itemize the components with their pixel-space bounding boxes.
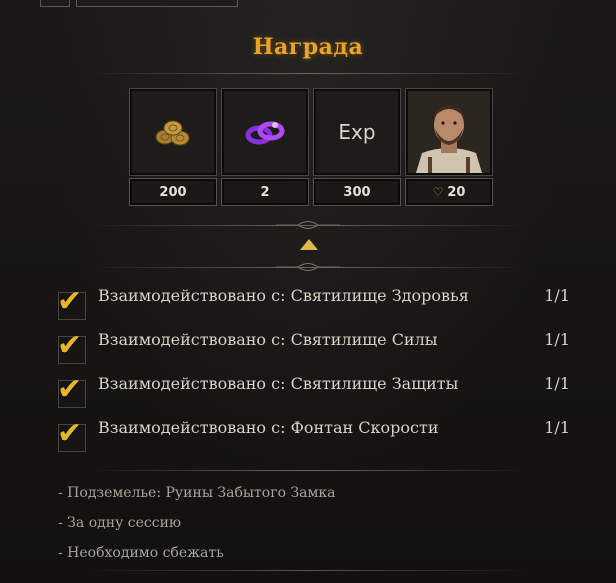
- top-tab-left[interactable]: [40, 0, 70, 7]
- bottom-divider: [86, 570, 530, 571]
- objective-item: ✔ Взаимодействовано с: Святилище Здоровь…: [56, 284, 576, 328]
- affinity-count: 20: [447, 184, 466, 200]
- reward-merchant[interactable]: ♡ 20: [405, 88, 493, 206]
- objectives-divider: [86, 267, 530, 268]
- heart-icon: ♡: [432, 185, 444, 199]
- reward-slot[interactable]: [405, 88, 493, 176]
- condition-dungeon: - Подземелье: Руины Забытого Замка: [58, 485, 336, 501]
- objective-checkbox: ✔: [57, 375, 86, 408]
- reward-title: Награда: [252, 34, 364, 60]
- reward-count: 300: [313, 178, 401, 206]
- objective-progress: 1/1: [544, 330, 570, 349]
- rewards-divider: [86, 225, 530, 226]
- objective-item: ✔ Взаимодействовано с: Святилище Защиты …: [56, 372, 576, 416]
- checkmark-icon: ✔: [57, 416, 83, 451]
- objective-item: ✔ Взаимодействовано с: Фонтан Скорости 1…: [56, 416, 576, 460]
- objective-checkbox: ✔: [57, 287, 86, 320]
- reward-slot[interactable]: [129, 88, 217, 176]
- checkmark-icon: ✔: [57, 284, 83, 319]
- condition-escape: - Необходимо сбежать: [58, 545, 224, 561]
- objective-text: Взаимодействовано с: Святилище Защиты: [98, 374, 459, 393]
- reward-coins[interactable]: 200: [129, 88, 217, 206]
- reward-count: 200: [129, 178, 217, 206]
- checkmark-icon: ✔: [57, 328, 83, 363]
- ring-icon: [245, 121, 285, 145]
- reward-ring[interactable]: 2: [221, 88, 309, 206]
- reward-slot[interactable]: [221, 88, 309, 176]
- conditions-divider: [86, 470, 530, 471]
- collapse-arrow-icon[interactable]: [300, 239, 318, 250]
- objective-item: ✔ Взаимодействовано с: Святилище Силы 1/…: [56, 328, 576, 372]
- merchant-portrait: [408, 91, 490, 173]
- objective-text: Взаимодействовано с: Святилище Здоровья: [98, 286, 469, 305]
- top-tab-main[interactable]: [76, 0, 238, 7]
- coins-count: 200: [159, 184, 187, 200]
- reward-exp[interactable]: Exp 300: [313, 88, 401, 206]
- objective-progress: 1/1: [544, 286, 570, 305]
- exp-count: 300: [343, 184, 371, 200]
- reward-count: 2: [221, 178, 309, 206]
- exp-icon: Exp: [338, 120, 376, 144]
- reward-slot[interactable]: Exp: [313, 88, 401, 176]
- title-divider: [86, 73, 530, 74]
- conditions-list: - Подземелье: Руины Забытого Замка - За …: [58, 478, 558, 568]
- objective-progress: 1/1: [544, 374, 570, 393]
- objective-progress: 1/1: [544, 418, 570, 437]
- top-tabs: [40, 0, 240, 8]
- ring-count: 2: [260, 184, 270, 200]
- checkmark-icon: ✔: [57, 372, 83, 407]
- objective-checkbox: ✔: [57, 419, 86, 452]
- objective-text: Взаимодействовано с: Святилище Силы: [98, 330, 438, 349]
- condition-session: - За одну сессию: [58, 515, 182, 531]
- coins-icon: [155, 120, 190, 146]
- objective-checkbox: ✔: [57, 331, 86, 364]
- reward-count: ♡ 20: [405, 178, 493, 206]
- objectives-list: ✔ Взаимодействовано с: Святилище Здоровь…: [56, 284, 576, 460]
- objective-text: Взаимодействовано с: Фонтан Скорости: [98, 418, 439, 437]
